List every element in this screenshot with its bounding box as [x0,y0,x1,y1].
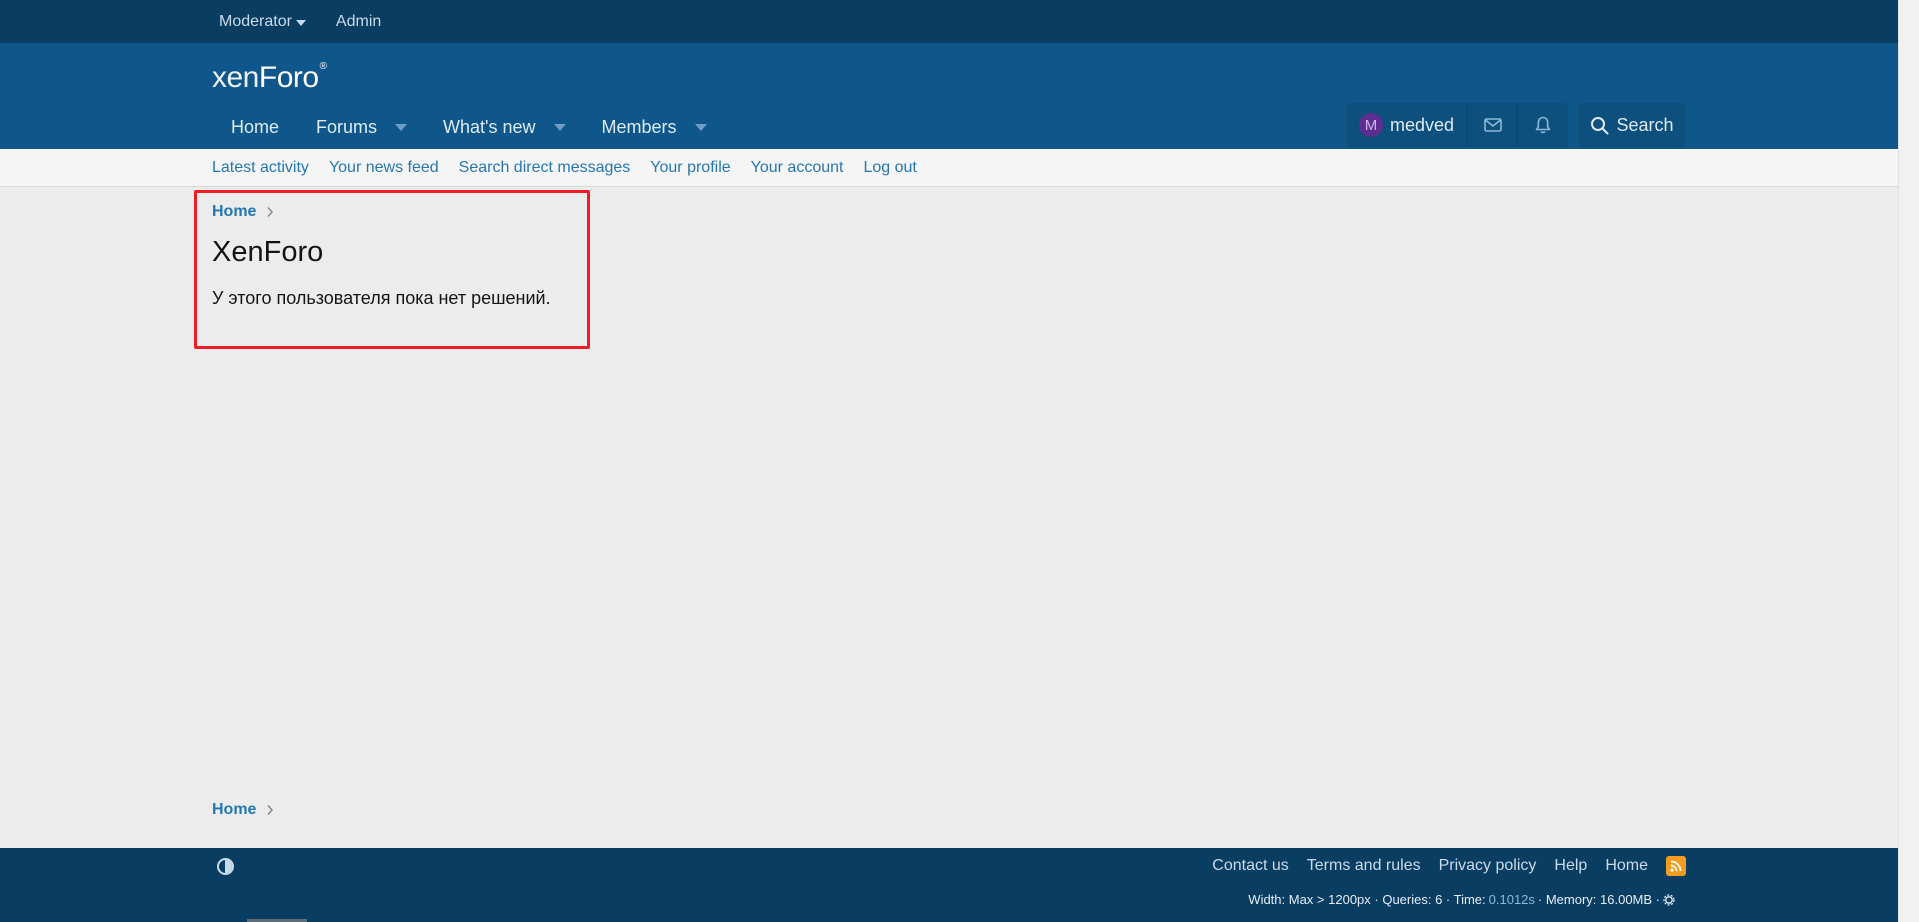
staff-bar: Moderator Admin [0,0,1898,43]
logo-foro: Foro [258,61,319,94]
sub-nav-search-direct-messages[interactable]: Search direct messages [459,159,631,177]
envelope-icon [1483,118,1502,132]
sub-nav-your-account[interactable]: Your account [751,159,844,177]
chevron-down-icon[interactable] [694,123,707,131]
gear-icon[interactable] [1663,893,1675,906]
page: Moderator Admin xen Foro ® Home Forums W… [0,0,1898,922]
admin-link[interactable]: Admin [336,13,381,31]
nav-tab-label: What's new [443,116,536,137]
style-variation-icon[interactable] [217,858,234,875]
nav-tab-forums[interactable]: Forums [298,105,425,149]
alerts-button[interactable] [1518,103,1568,147]
moderator-label: Moderator [219,12,292,30]
footer-privacy[interactable]: Privacy policy [1439,857,1537,875]
highlight-box [194,190,590,349]
account-menu[interactable]: M medved [1346,103,1469,147]
debug-info: Width: Max > 1200px · Queries: 6 · Time:… [1248,892,1675,907]
logo-xen: xen [212,61,259,94]
debug-suffix: · Memory: 16.00MB · [1537,892,1660,907]
username: medved [1390,114,1455,135]
sub-nav-log-out[interactable]: Log out [863,159,916,177]
bell-icon [1535,116,1551,134]
footer-help[interactable]: Help [1554,857,1587,875]
inbox-button[interactable] [1468,103,1519,147]
page-scrollbar[interactable] [1898,0,1919,922]
chevron-down-icon[interactable] [395,123,408,131]
sub-nav-inner: Latest activity Your news feed Search di… [212,149,1686,187]
footer-home[interactable]: Home [1605,857,1648,875]
nav-tab-home[interactable]: Home [212,105,298,149]
site-logo[interactable]: xen Foro ® [212,55,327,95]
nav-tab-label: Forums [316,116,378,137]
breadcrumb-home[interactable]: Home [212,801,256,819]
rss-icon[interactable] [1666,856,1686,876]
moderator-menu[interactable]: Moderator [219,13,306,31]
breadcrumb-bottom: Home [212,801,274,819]
nav-tab-whats-new[interactable]: What's new [425,105,583,149]
search-icon [1591,116,1609,134]
sub-nav-news-feed[interactable]: Your news feed [329,159,439,177]
nav-tab-label: Members [601,116,677,137]
chevron-right-icon [267,805,274,815]
avatar: M [1359,113,1383,137]
logo-registered-mark: ® [319,61,327,72]
main-nav: Home Forums What's new Members [212,105,725,149]
footer-links: Contact us Terms and rules Privacy polic… [1212,856,1686,876]
sub-nav: Latest activity Your news feed Search di… [0,149,1898,187]
nav-tab-label: Home [231,116,280,137]
caret-down-icon [295,19,306,26]
sub-nav-your-profile[interactable]: Your profile [650,159,730,177]
search-button[interactable]: Search [1578,103,1686,147]
debug-time[interactable]: 0.1012s [1489,892,1535,907]
rss-glyph [1670,860,1682,872]
footer-contact-us[interactable]: Contact us [1212,857,1288,875]
footer-terms[interactable]: Terms and rules [1307,857,1421,875]
site-header: xen Foro ® Home Forums What's new Member… [0,43,1898,149]
debug-prefix: Width: Max > 1200px · Queries: 6 · Time: [1248,892,1486,907]
chevron-down-icon[interactable] [553,123,566,131]
search-label: Search [1616,114,1674,135]
staff-bar-inner: Moderator Admin [212,0,1686,43]
nav-tab-members[interactable]: Members [584,105,725,149]
sub-nav-latest-activity[interactable]: Latest activity [212,159,309,177]
visitor-tabs: M medved [1346,103,1569,147]
site-footer: Contact us Terms and rules Privacy polic… [0,848,1898,922]
